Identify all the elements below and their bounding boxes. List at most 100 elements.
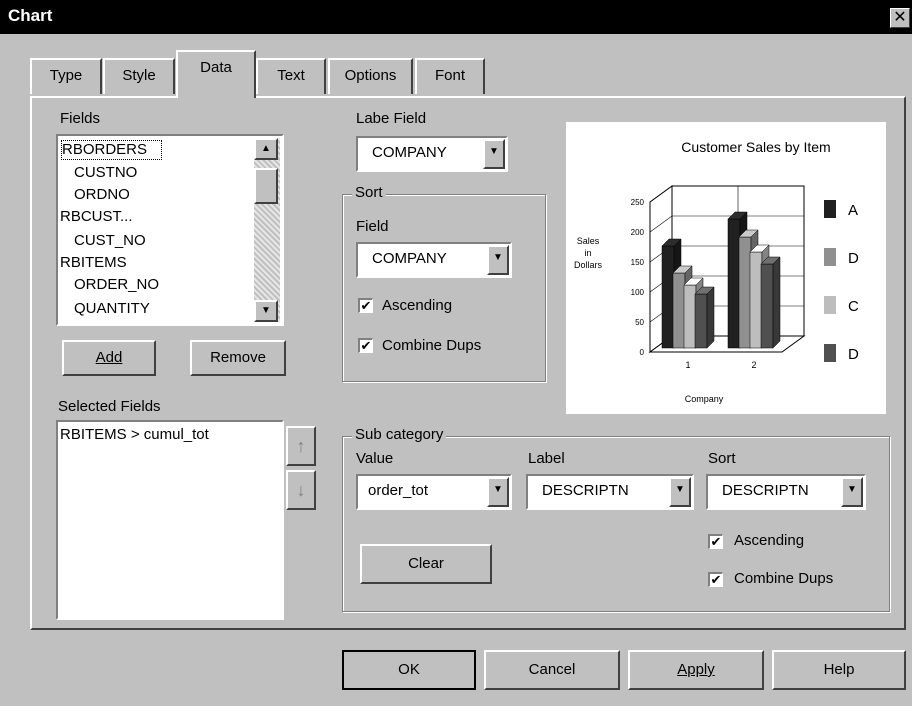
chart-x-tick-label: 1: [685, 360, 690, 370]
chart-bar: [694, 293, 708, 349]
arrow-down-icon: ↓: [296, 480, 306, 500]
subcategory-combine-dups-checkbox[interactable]: ✔: [708, 572, 723, 587]
chart-preview: Customer Sales by Item Sales in Dollars …: [566, 122, 886, 414]
sort-field-select[interactable]: COMPANY ▼: [356, 242, 512, 278]
fields-scrollbar[interactable]: ▲ ▼: [254, 138, 280, 322]
chart-y-tick-label: 50: [635, 318, 644, 327]
subcategory-group-title: Sub category: [352, 426, 447, 443]
dropdown-button[interactable]: ▼: [487, 245, 509, 275]
tab-options[interactable]: Options: [328, 58, 413, 94]
ok-button[interactable]: OK: [342, 650, 476, 690]
cancel-button[interactable]: Cancel: [484, 650, 620, 690]
subcategory-value-select[interactable]: order_tot ▼: [356, 474, 512, 510]
tab-text[interactable]: Text: [256, 58, 326, 94]
tab-data-label: Data: [200, 59, 232, 76]
legend-label: D: [848, 250, 859, 267]
chart-y-tick-label: 250: [631, 198, 645, 207]
chevron-down-icon: ▼: [261, 305, 271, 316]
sort-group-title: Sort: [352, 184, 386, 201]
chart-y-tick-label: 200: [631, 228, 645, 237]
list-item[interactable]: ORDNO: [74, 186, 130, 204]
sort-field-label: Field: [356, 218, 389, 235]
chart-y-tick-label: 0: [640, 348, 645, 357]
dropdown-button[interactable]: ▼: [669, 477, 691, 507]
chart-bar: [683, 284, 697, 349]
cancel-button-label: Cancel: [528, 661, 576, 678]
remove-button[interactable]: Remove: [190, 340, 286, 376]
tab-text-label: Text: [277, 67, 305, 84]
list-item[interactable]: RBCUST...: [60, 208, 133, 226]
add-button-label: Add: [95, 349, 123, 366]
chart-bar: [727, 218, 741, 349]
chart-preview-svg: Customer Sales by Item Sales in Dollars …: [574, 139, 859, 404]
list-item[interactable]: ORDER_NO: [74, 276, 159, 294]
chart-y-tick-label: 150: [631, 258, 645, 267]
list-item[interactable]: RBORDERS: [61, 140, 163, 160]
tab-style[interactable]: Style: [103, 58, 175, 94]
sort-combine-dups-label: Combine Dups: [382, 337, 482, 354]
legend-label: C: [848, 298, 859, 315]
subcategory-value-label: Value: [356, 450, 394, 467]
list-item[interactable]: QUANTITY: [74, 300, 150, 318]
apply-button[interactable]: Apply: [628, 650, 764, 690]
subcategory-sort-label: Sort: [708, 450, 736, 467]
chevron-down-icon: ▼: [489, 146, 499, 157]
tab-options-label: Options: [344, 67, 397, 84]
clear-button[interactable]: Clear: [360, 544, 492, 584]
chart-bar: [661, 245, 675, 349]
subcategory-value-selected: order_tot: [368, 482, 429, 499]
legend-swatch: [824, 248, 836, 266]
chevron-down-icon: ▼: [847, 484, 857, 495]
subcategory-label-select[interactable]: DESCRIPTN ▼: [526, 474, 694, 510]
fields-listbox[interactable]: RBORDERS CUSTNO ORDNO RBCUST... CUST_NO …: [56, 134, 284, 326]
list-item[interactable]: CUST_NO: [74, 232, 146, 250]
legend-swatch: [824, 344, 836, 362]
scroll-thumb[interactable]: [254, 168, 278, 204]
chart-dialog: Chart ✕ Type Style Data Text Options Fon…: [0, 0, 912, 706]
help-button-label: Help: [823, 661, 855, 678]
tab-font[interactable]: Font: [415, 58, 485, 94]
list-item[interactable]: RBITEMS > cumul_tot: [60, 426, 209, 444]
chart-bar: [760, 263, 774, 349]
dropdown-button[interactable]: ▼: [483, 139, 505, 169]
chart-title: Customer Sales by Item: [681, 139, 830, 155]
sort-ascending-label: Ascending: [382, 297, 453, 314]
legend-swatch: [824, 296, 836, 314]
chart-ylabel-line-3: Dollars: [574, 260, 603, 270]
tab-style-label: Style: [122, 67, 156, 84]
tab-type[interactable]: Type: [30, 58, 102, 94]
list-item[interactable]: CUSTNO: [74, 164, 137, 182]
subcategory-label-selected: DESCRIPTN: [542, 482, 629, 499]
dropdown-button[interactable]: ▼: [487, 477, 509, 507]
clear-button-label: Clear: [408, 555, 444, 572]
scroll-down-button[interactable]: ▼: [254, 300, 278, 322]
chevron-down-icon: ▼: [493, 484, 503, 495]
chart-xlabel: Company: [685, 394, 724, 404]
chart-bar-side: [706, 286, 715, 349]
chart-ylabel-line-1: Sales: [577, 236, 600, 246]
move-down-button[interactable]: ↓: [286, 470, 316, 510]
scroll-up-button[interactable]: ▲: [254, 138, 278, 160]
subcategory-label-label: Label: [528, 450, 565, 467]
tab-data[interactable]: Data: [176, 50, 256, 98]
subcategory-ascending-checkbox[interactable]: ✔: [708, 534, 723, 549]
subcategory-sort-select[interactable]: DESCRIPTN ▼: [706, 474, 866, 510]
list-item[interactable]: RBITEMS: [60, 254, 127, 272]
sort-combine-dups-checkbox[interactable]: ✔: [358, 338, 373, 353]
close-button[interactable]: ✕: [890, 8, 910, 28]
selected-fields-listbox[interactable]: RBITEMS > cumul_tot: [56, 420, 284, 620]
move-up-button[interactable]: ↑: [286, 426, 316, 466]
help-button[interactable]: Help: [772, 650, 906, 690]
sort-ascending-checkbox[interactable]: ✔: [358, 298, 373, 313]
check-icon: ✔: [710, 572, 722, 587]
check-icon: ✔: [710, 534, 722, 549]
chart-y-tick-label: 100: [631, 288, 645, 297]
close-icon: ✕: [893, 9, 907, 26]
add-button[interactable]: Add: [62, 340, 156, 376]
chart-bar: [738, 236, 752, 349]
legend-label: D: [848, 346, 859, 363]
chart-bar-side: [772, 256, 781, 349]
chart-bar: [749, 251, 763, 349]
label-field-select[interactable]: COMPANY ▼: [356, 136, 508, 172]
dropdown-button[interactable]: ▼: [841, 477, 863, 507]
